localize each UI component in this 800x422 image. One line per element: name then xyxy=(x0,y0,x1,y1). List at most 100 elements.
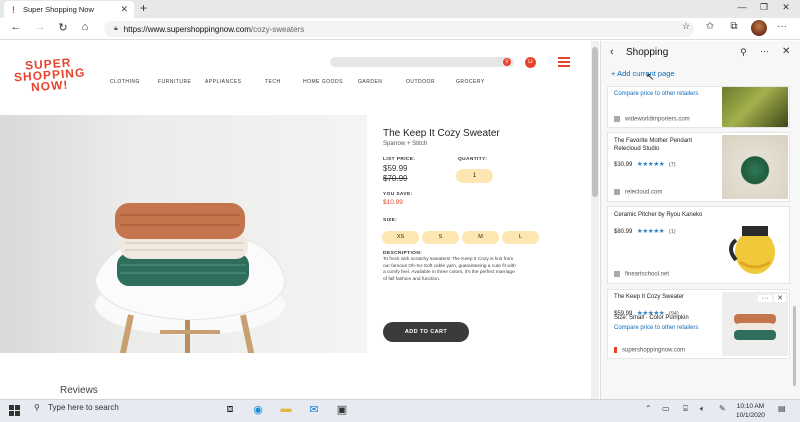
forward-icon[interactable]: → xyxy=(32,21,48,33)
product-thumbnail xyxy=(722,210,788,280)
windows-start-icon[interactable] xyxy=(9,405,21,417)
pane-close-icon[interactable]: ✕ xyxy=(782,46,790,57)
card-domain-text: fineartschool.net xyxy=(625,271,670,278)
add-to-cart-button[interactable]: ADD TO CART xyxy=(383,322,469,342)
pane-more-icon[interactable]: ··· xyxy=(760,46,769,56)
cart-icon[interactable]: ⊔ xyxy=(525,57,536,68)
collections-icon[interactable]: ⧉ xyxy=(726,21,742,32)
card-domain: relecloud.com xyxy=(614,189,662,196)
site-icon xyxy=(614,347,617,353)
new-tab-icon[interactable]: + xyxy=(140,1,147,15)
close-tab-icon[interactable]: ✕ xyxy=(120,4,128,15)
pane-back-icon[interactable]: ‹ xyxy=(610,46,614,58)
size-label: SIZE: xyxy=(383,218,398,223)
card-title: The Favorite Mother Pendant Relecloud Stu… xyxy=(614,137,692,153)
add-current-page-button[interactable]: + Add current page xyxy=(611,69,675,78)
review-count: (7) xyxy=(668,162,676,168)
product-card[interactable]: The Favorite Mother Pendant Relecloud Stu… xyxy=(607,132,790,202)
card-close-icon[interactable]: ✕ xyxy=(774,294,786,302)
browser-tab[interactable]: ! Super Shopping Now ✕ xyxy=(4,1,134,18)
close-window-icon[interactable]: ✕ xyxy=(776,2,796,13)
product-card[interactable]: Compare price to other retailers widewor… xyxy=(607,86,790,128)
favorites-icon[interactable]: ✩ xyxy=(702,21,718,32)
product-image xyxy=(0,115,367,353)
card-title: The Keep It Cozy Sweater xyxy=(614,294,685,300)
size-m-button[interactable]: M xyxy=(462,231,499,244)
store-icon[interactable]: ▣ xyxy=(334,403,350,417)
pen-icon[interactable]: ✎ xyxy=(719,404,726,413)
hamburger-menu-icon[interactable] xyxy=(558,57,570,69)
minimize-icon[interactable]: — xyxy=(732,2,752,12)
nav-home-goods[interactable]: HOME GOODS xyxy=(303,79,343,85)
product-thumbnail xyxy=(722,135,788,199)
mouse-cursor-icon: ↖ xyxy=(646,72,655,83)
product-brand[interactable]: Sparrow + Stitch xyxy=(383,141,427,147)
site-icon xyxy=(614,116,620,122)
clock[interactable]: 10:10 AM 10/1/2020 xyxy=(736,402,765,420)
mail-icon[interactable]: ✉ xyxy=(306,403,322,417)
site-logo[interactable]: SUPER SHOPPING NOW! xyxy=(13,55,86,95)
more-menu-icon[interactable]: ··· xyxy=(774,21,790,32)
nav-furniture[interactable]: FURNITURE xyxy=(158,79,191,85)
size-l-button[interactable]: L xyxy=(502,231,539,244)
taskbar-search-input[interactable]: ⚲ Type here to search xyxy=(34,403,119,412)
back-icon[interactable]: ← xyxy=(8,21,24,33)
compare-link[interactable]: Compare price to other retailers xyxy=(614,91,698,97)
site-favicon-icon: ! xyxy=(12,4,15,15)
task-view-icon[interactable]: ⧈ xyxy=(222,403,238,417)
clock-time: 10:10 AM xyxy=(736,403,765,410)
pane-search-icon[interactable]: ⚲ xyxy=(740,47,747,58)
product-card[interactable]: Ceramic Pitcher by Ryou Kaneko $80.99 ★★… xyxy=(607,206,790,284)
card-domain: wideworldimporters.com xyxy=(614,116,690,123)
site-search-input[interactable]: ⚲ xyxy=(330,57,514,67)
maximize-icon[interactable]: ❐ xyxy=(754,2,774,13)
card-rating: $80.99 ★★★★★ (1) xyxy=(614,220,676,238)
tray-chevron-icon[interactable]: ⌃ xyxy=(645,404,652,413)
profile-avatar[interactable] xyxy=(751,20,767,36)
battery-icon[interactable]: ▭ xyxy=(662,404,670,413)
nav-outdoor[interactable]: OUTDOOR xyxy=(406,79,435,85)
nav-grocery[interactable]: GROCERY xyxy=(456,79,485,85)
file-explorer-icon[interactable]: ▬ xyxy=(278,403,294,417)
quantity-label: QUANTITY: xyxy=(458,157,488,162)
address-bar[interactable]: 🔒︎ https://www.supershoppingnow.com/cozy… xyxy=(104,21,694,37)
nav-tech[interactable]: TECH xyxy=(265,79,281,85)
volume-icon[interactable]: 🔈︎ xyxy=(700,404,705,414)
lock-icon: 🔒︎ xyxy=(114,25,118,32)
card-title: Ceramic Pitcher by Ryou Kaneko xyxy=(614,212,703,218)
card-title-line: The Favorite Mother Pendant xyxy=(614,138,693,144)
compare-link[interactable]: Compare price to other retailers xyxy=(614,325,698,331)
home-icon[interactable]: ⌂ xyxy=(77,21,93,33)
size-s-button[interactable]: S xyxy=(422,231,459,244)
nav-garden[interactable]: GARDEN xyxy=(358,79,382,85)
nav-appliances[interactable]: APPLIANCES xyxy=(205,79,241,85)
star-rating-icon: ★★★★★ xyxy=(636,161,665,168)
size-xs-button[interactable]: XS xyxy=(382,231,419,244)
page-scrollbar[interactable] xyxy=(591,41,599,399)
favorite-star-icon[interactable]: ☆ xyxy=(678,21,694,32)
nav-clothing[interactable]: CLOTHING xyxy=(110,79,140,85)
notifications-icon[interactable]: ▤ xyxy=(778,404,786,413)
card-rating: $30.99 ★★★★★ (7) xyxy=(614,153,676,171)
tab-title: Super Shopping Now xyxy=(23,5,94,14)
refresh-icon[interactable]: ↻ xyxy=(55,21,71,34)
star-rating-icon: ★★★★★ xyxy=(636,228,665,235)
taskbar xyxy=(0,399,800,422)
card-more-icon[interactable]: ··· xyxy=(758,295,772,302)
quantity-stepper[interactable]: 1 xyxy=(456,169,493,183)
card-price: $30.99 xyxy=(614,162,633,168)
edge-browser-icon[interactable]: ◉ xyxy=(250,403,266,417)
product-title: The Keep It Cozy Sweater xyxy=(383,128,500,139)
price: $59.99 xyxy=(383,164,408,173)
card-domain-text: wideworldimporters.com xyxy=(625,116,690,123)
card-variant: Size: Small · Color Pumpkin xyxy=(614,315,689,321)
search-icon[interactable]: ⚲ xyxy=(503,58,511,66)
pane-scrollbar[interactable] xyxy=(792,86,797,399)
pane-title: Shopping xyxy=(626,47,669,58)
product-card[interactable]: The Keep It Cozy Sweater $59.99 ★★★★★ (9… xyxy=(607,289,790,359)
site-icon xyxy=(614,271,620,277)
review-count: (1) xyxy=(668,229,676,235)
you-save-label: YOU SAVE: xyxy=(383,192,413,197)
network-icon[interactable]: ⌸ xyxy=(683,404,688,414)
url-domain: https://www.supershoppingnow.com xyxy=(123,24,251,34)
